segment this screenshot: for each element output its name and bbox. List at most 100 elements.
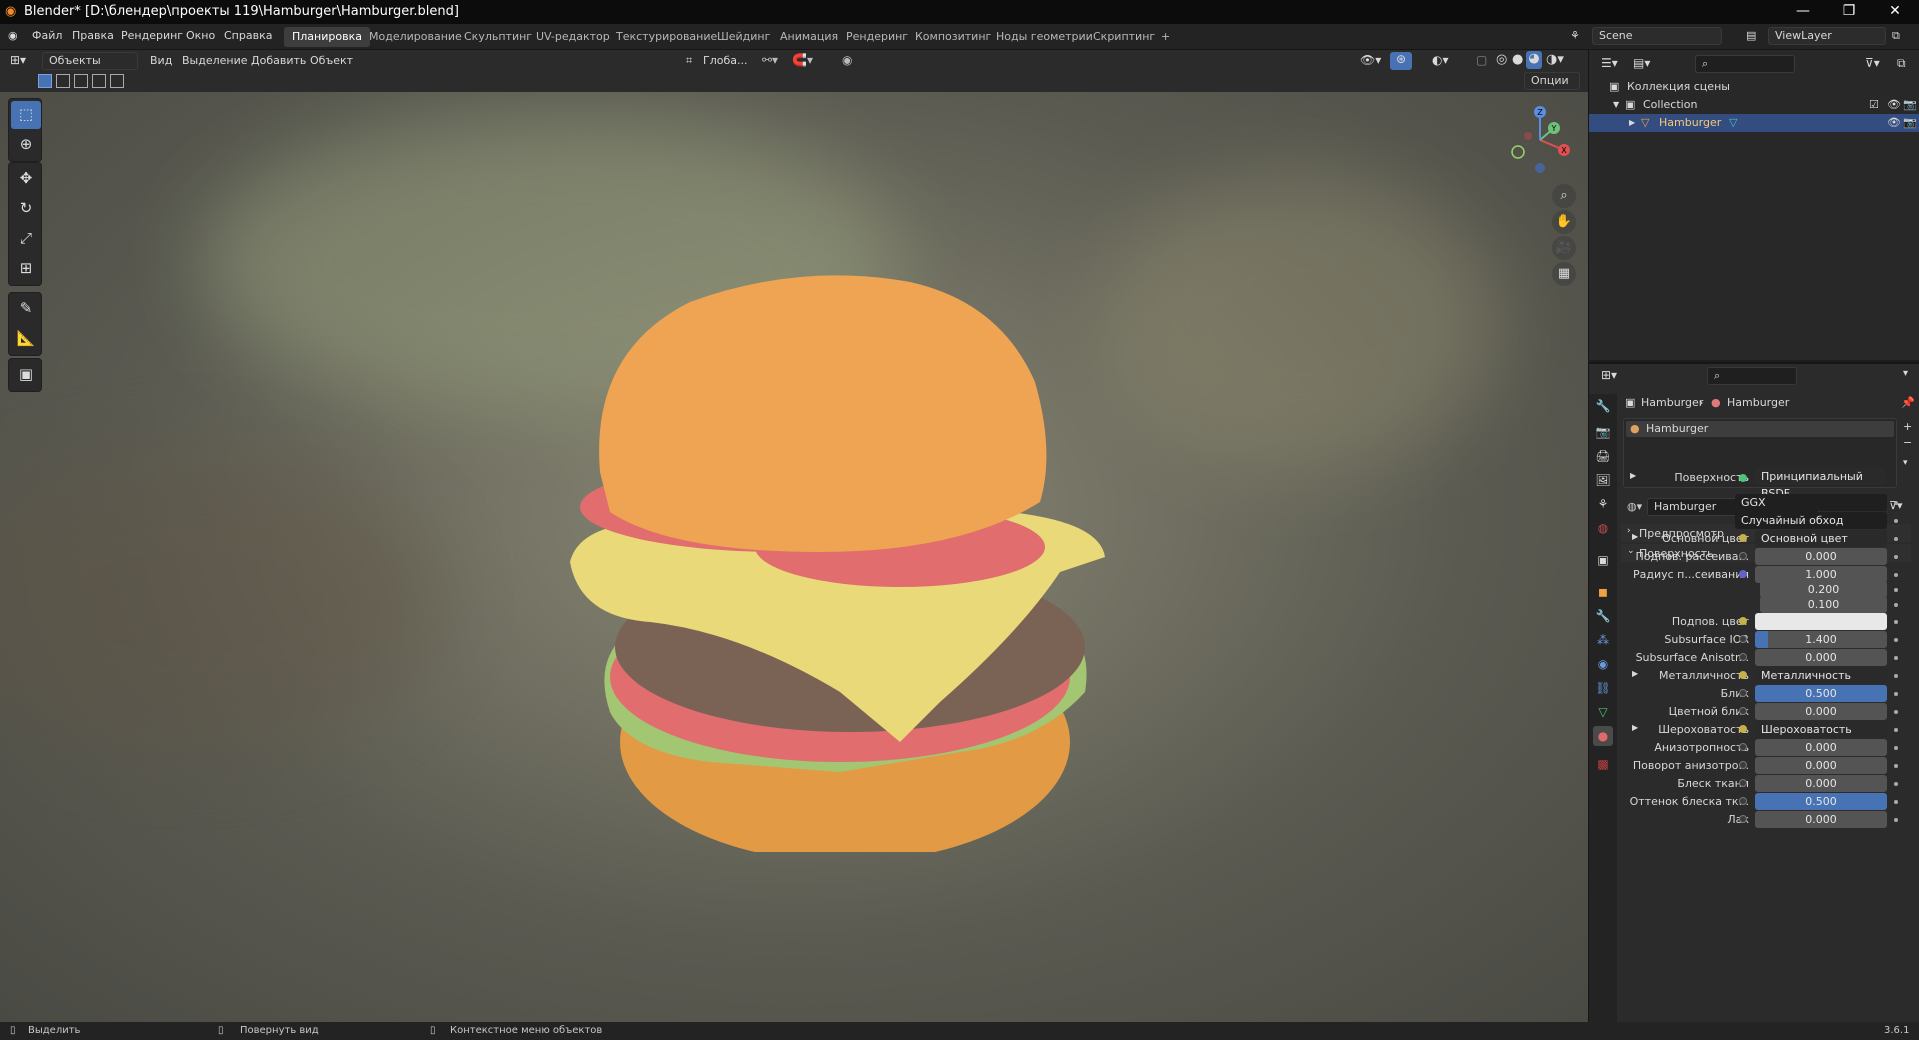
keyframe-dot[interactable] (1894, 519, 1898, 523)
gizmo-toggle-icon[interactable]: ⊛ (1390, 52, 1412, 70)
tab-scripting[interactable]: Скриптинг (1085, 27, 1163, 47)
slot-specials-button[interactable]: ▾ (1903, 458, 1908, 468)
eye-icon[interactable]: 👁 (1887, 114, 1901, 132)
socket-icon[interactable] (1739, 635, 1747, 643)
outliner-row-collection[interactable]: ▼ ▣ Collection ☑ 👁 📷 (1589, 96, 1919, 114)
keyframe-dot[interactable] (1894, 588, 1898, 592)
keyframe-dot[interactable] (1894, 800, 1898, 804)
wireframe-shading-icon[interactable]: ◎ (1496, 52, 1507, 67)
socket-icon[interactable] (1739, 617, 1747, 625)
modifier-tab-icon[interactable]: 🔧 (1593, 606, 1613, 626)
keyframe-dot[interactable] (1894, 555, 1898, 559)
camera-view-icon[interactable]: 🎥 (1552, 236, 1576, 260)
new-view-layer-icon[interactable]: ⧉ (1892, 29, 1900, 43)
keyframe-dot[interactable] (1894, 656, 1898, 660)
remove-slot-button[interactable]: − (1903, 436, 1912, 449)
keyframe-dot[interactable] (1894, 674, 1898, 678)
socket-icon[interactable] (1739, 653, 1747, 661)
measure-tool-icon[interactable]: 📐 (11, 325, 41, 353)
annotate-tool-icon[interactable]: ✎ (11, 295, 41, 323)
tab-geometry-nodes[interactable]: Ноды геометрии (988, 27, 1101, 47)
mode-selector[interactable]: Объекты (42, 52, 138, 70)
tab-texture-paint[interactable]: Текстурирование (608, 27, 725, 47)
visibility-icon[interactable]: 👁▾ (1360, 53, 1381, 67)
pivot-icon[interactable]: ⚯▾ (762, 53, 778, 67)
minimize-button[interactable]: — (1780, 0, 1826, 24)
navigation-gizmo[interactable]: X Y Z (1500, 98, 1580, 178)
new-collection-icon[interactable]: ⧉ (1897, 56, 1906, 71)
proportional-edit-icon[interactable]: ◉ (842, 53, 852, 67)
eye-icon[interactable]: 👁 (1887, 96, 1901, 114)
keyframe-dot[interactable] (1894, 782, 1898, 786)
socket-icon[interactable] (1739, 552, 1747, 560)
value-slider[interactable]: 0.100 (1760, 596, 1887, 613)
options-dropdown[interactable]: Опции (1524, 72, 1580, 90)
keyframe-dot[interactable] (1894, 603, 1898, 607)
menu-help[interactable]: Справка (224, 29, 272, 42)
material-tab-icon[interactable]: ● (1593, 726, 1613, 746)
menu-file[interactable]: Файл (32, 29, 62, 42)
object-tab-icon[interactable]: ◼ (1593, 582, 1613, 602)
socket-icon[interactable] (1739, 707, 1747, 715)
keyframe-dot[interactable] (1894, 537, 1898, 541)
socket-icon[interactable] (1739, 570, 1747, 578)
surface-shader-selector[interactable]: Принципиальный BSDF (1755, 468, 1885, 500)
texture-tab-icon[interactable]: ▩ (1593, 754, 1613, 774)
value-slider[interactable]: 0.000 (1755, 775, 1887, 792)
tab-rendering[interactable]: Рендеринг (838, 27, 916, 47)
render-camera-icon[interactable]: 📷 (1903, 114, 1917, 132)
socket-icon[interactable] (1739, 743, 1747, 751)
value-slider[interactable]: 0.000 (1755, 739, 1887, 756)
socket-icon[interactable] (1739, 671, 1747, 679)
properties-editor-type-icon[interactable]: ⊞▾ (1601, 368, 1617, 382)
expand-socket-icon[interactable]: ▶ (1632, 669, 1638, 678)
world-tab-icon[interactable]: ◍ (1593, 518, 1613, 538)
overlay-toggle-icon[interactable]: ◐▾ (1432, 53, 1449, 67)
select-extend-icon[interactable] (56, 74, 70, 88)
socket-icon[interactable] (1739, 761, 1747, 769)
outliner-row-scene-collection[interactable]: ▣ Коллекция сцены (1589, 78, 1919, 96)
linked-input-field[interactable]: Основной цвет (1755, 530, 1887, 547)
add-slot-button[interactable]: + (1903, 420, 1912, 433)
select-subtract-icon[interactable] (74, 74, 88, 88)
render-camera-icon[interactable]: 📷 (1903, 96, 1917, 114)
value-slider[interactable]: 1.400 (1755, 631, 1887, 648)
menu-render[interactable]: Рендеринг (121, 29, 183, 42)
hamburger-model[interactable] (540, 272, 1120, 852)
scene-selector[interactable]: Scene (1592, 27, 1722, 45)
output-tab-icon[interactable]: 🖨 (1593, 446, 1613, 466)
keyframe-dot[interactable] (1894, 710, 1898, 714)
move-tool-icon[interactable]: ✥ (11, 165, 41, 193)
expand-socket-icon[interactable]: ▶ (1632, 723, 1638, 732)
constraints-tab-icon[interactable]: ⛓ (1593, 678, 1613, 698)
add-workspace-button[interactable]: + (1153, 27, 1178, 47)
menu-view[interactable]: Вид (150, 54, 172, 67)
select-box-tool-icon[interactable]: ⬚ (11, 101, 41, 129)
color-field[interactable] (1755, 613, 1887, 630)
render-tab-icon[interactable]: 📷 (1593, 422, 1613, 442)
zoom-icon[interactable]: ⌕ (1552, 184, 1576, 208)
linked-input-field[interactable]: Металличность (1755, 667, 1887, 684)
perspective-grid-icon[interactable]: ▦ (1552, 262, 1576, 286)
value-slider[interactable]: 0.500 (1755, 793, 1887, 810)
slot-list-expand-icon[interactable]: ▶ (1630, 471, 1636, 480)
tab-shading[interactable]: Шейдинг (709, 27, 778, 47)
scale-tool-icon[interactable]: ⤢ (11, 225, 41, 253)
menu-edit[interactable]: Правка (72, 29, 114, 42)
surface-socket-icon[interactable] (1739, 474, 1747, 482)
tab-compositing[interactable]: Композитинг (907, 27, 999, 47)
keyframe-dot[interactable] (1894, 501, 1898, 505)
select-invert-icon[interactable] (92, 74, 106, 88)
keyframe-dot[interactable] (1894, 728, 1898, 732)
scene-tab-icon[interactable]: ⚘ (1593, 494, 1613, 514)
value-slider[interactable]: 0.000 (1755, 548, 1887, 565)
add-cube-tool-icon[interactable]: ▣ (11, 361, 41, 389)
socket-icon[interactable] (1739, 797, 1747, 805)
orientation-selector[interactable]: Глоба... (703, 54, 747, 67)
value-slider[interactable]: 0.000 (1755, 757, 1887, 774)
select-intersect-icon[interactable] (110, 74, 124, 88)
collection-tab-icon[interactable]: ▣ (1593, 550, 1613, 570)
socket-icon[interactable] (1739, 779, 1747, 787)
value-slider[interactable]: 0.500 (1755, 685, 1887, 702)
keyframe-dot[interactable] (1894, 746, 1898, 750)
